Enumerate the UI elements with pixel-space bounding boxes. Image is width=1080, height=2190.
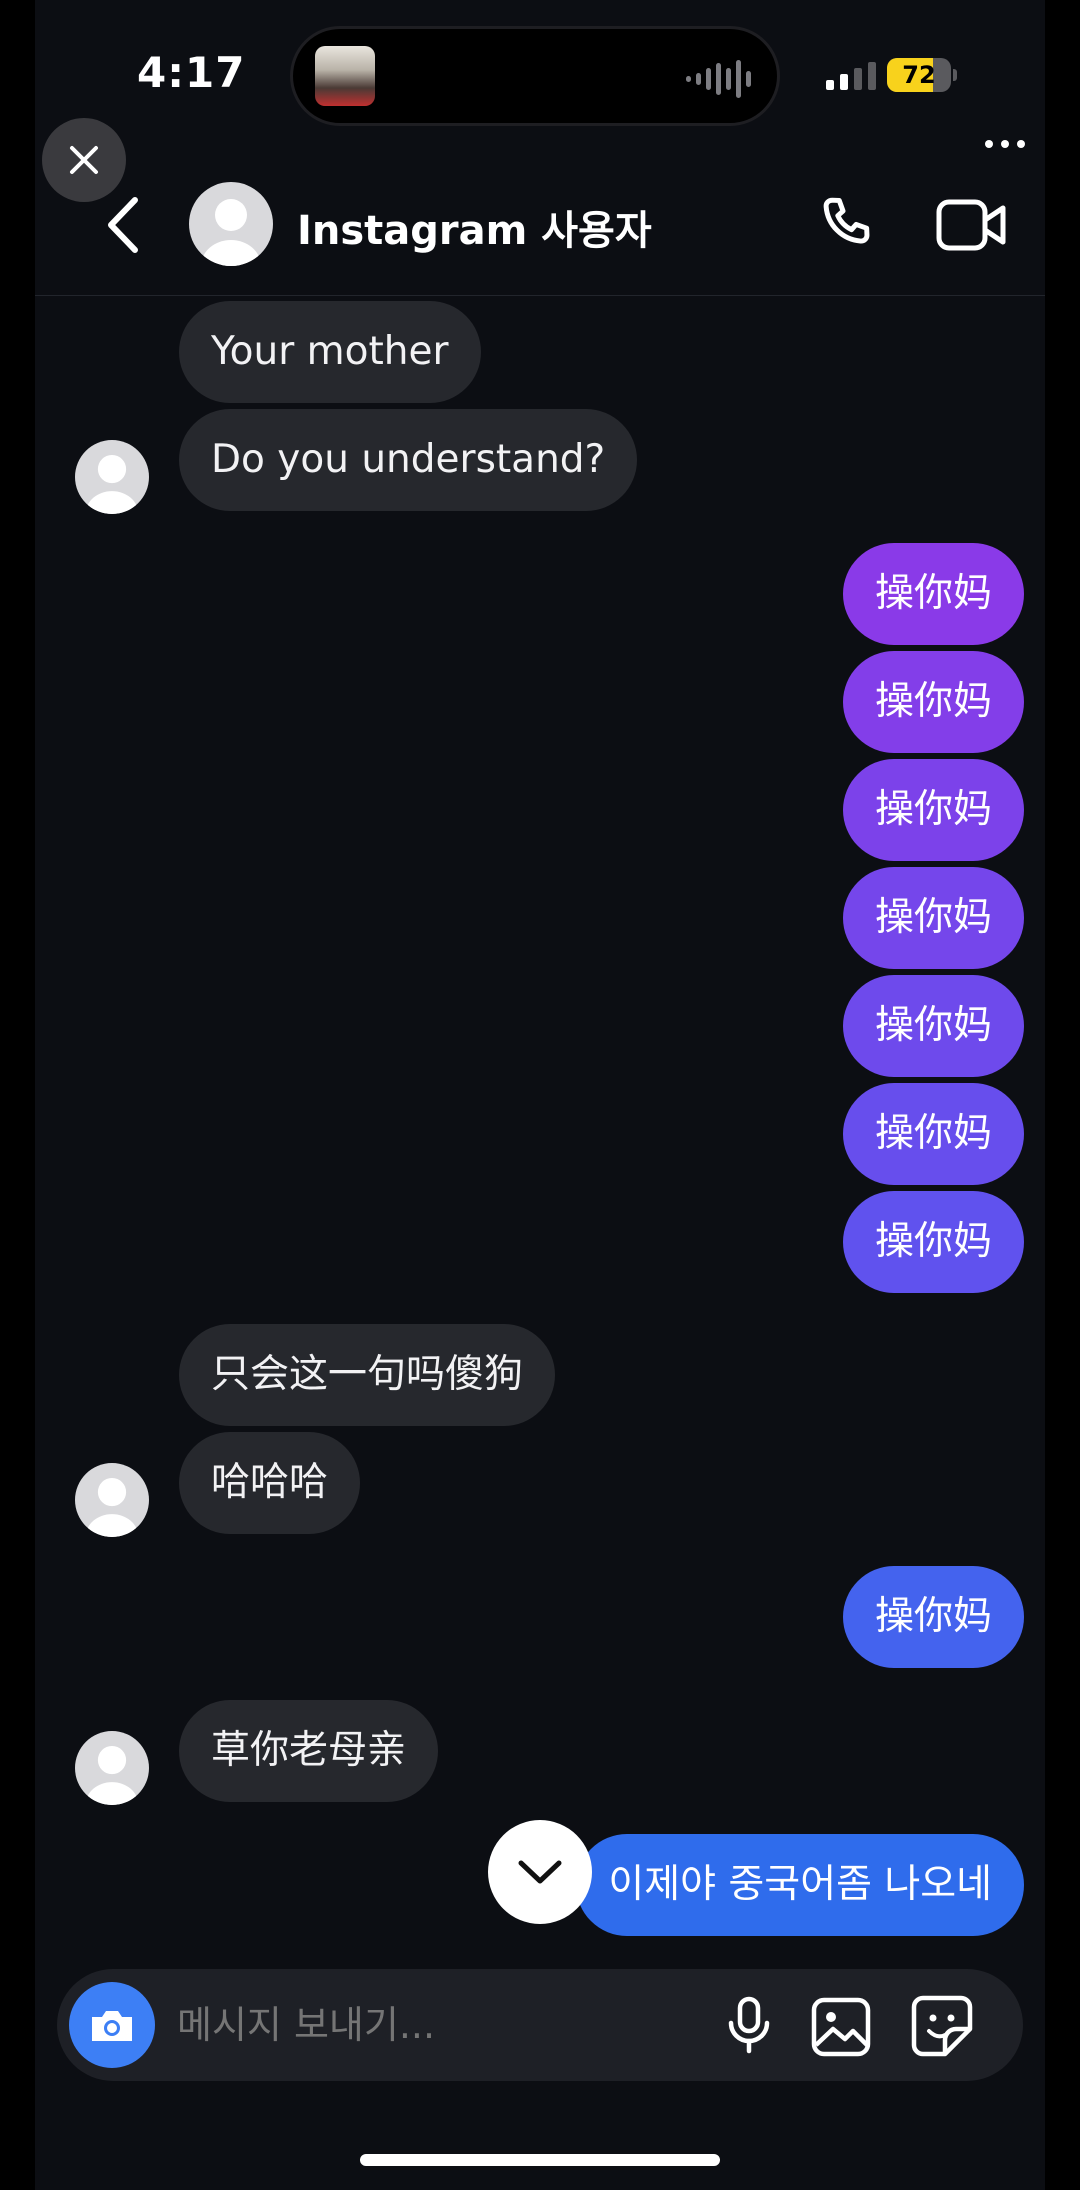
- close-icon[interactable]: [42, 118, 126, 202]
- message-bubble-outgoing[interactable]: 操你妈: [842, 867, 1024, 969]
- home-indicator[interactable]: [360, 2154, 720, 2166]
- message-bubble-outgoing[interactable]: 操你妈: [842, 1566, 1024, 1668]
- video-camera-icon[interactable]: [935, 192, 1009, 258]
- more-icon[interactable]: [985, 140, 1025, 148]
- message-bubble-incoming[interactable]: 草你老母亲: [179, 1700, 439, 1802]
- status-time: 4:17: [137, 48, 246, 97]
- cellular-signal-icon: [826, 60, 876, 90]
- now-playing-album-art: [315, 46, 375, 106]
- scroll-to-bottom-button[interactable]: [488, 1820, 592, 1924]
- message-bubble-incoming[interactable]: Do you understand?: [179, 409, 638, 511]
- battery-tip: [953, 69, 957, 81]
- chat-header: Instagram 사용자: [35, 170, 1045, 296]
- sender-avatar[interactable]: [75, 1731, 149, 1805]
- message-bubble-outgoing[interactable]: 操你妈: [842, 1191, 1024, 1293]
- microphone-icon[interactable]: [717, 1993, 781, 2057]
- message-bubble-outgoing[interactable]: 이제야 중국어좀 나오네: [576, 1834, 1024, 1936]
- message-input[interactable]: [177, 1969, 677, 2081]
- message-bubble-outgoing[interactable]: 操你妈: [842, 543, 1024, 645]
- sender-avatar[interactable]: [75, 440, 149, 514]
- message-bubble-outgoing[interactable]: 操你妈: [842, 651, 1024, 753]
- message-bubble-outgoing[interactable]: 操你妈: [842, 759, 1024, 861]
- message-bubble-incoming[interactable]: Your mother: [179, 301, 481, 403]
- message-bubble-outgoing[interactable]: 操你妈: [842, 975, 1024, 1077]
- message-bubble-outgoing[interactable]: 操你妈: [842, 1083, 1024, 1185]
- chevron-down-icon: [518, 1860, 562, 1884]
- camera-icon[interactable]: [69, 1982, 155, 2068]
- contact-name[interactable]: Instagram 사용자: [297, 198, 652, 256]
- message-composer: [57, 1969, 1023, 2081]
- message-bubble-incoming[interactable]: 只会这一句吗傻狗: [179, 1324, 556, 1426]
- dynamic-island[interactable]: [290, 26, 780, 126]
- audio-waveform-icon: [686, 59, 751, 99]
- message-bubble-incoming[interactable]: 哈哈哈: [179, 1432, 361, 1534]
- sender-avatar[interactable]: [75, 1463, 149, 1537]
- sticker-icon[interactable]: [909, 1993, 975, 2059]
- contact-avatar[interactable]: [189, 182, 273, 266]
- phone-icon[interactable]: [813, 190, 883, 260]
- battery-percentage: 72: [902, 61, 936, 89]
- back-icon[interactable]: [95, 190, 155, 260]
- battery-icon: 72: [887, 58, 951, 92]
- gallery-icon[interactable]: [809, 1995, 873, 2059]
